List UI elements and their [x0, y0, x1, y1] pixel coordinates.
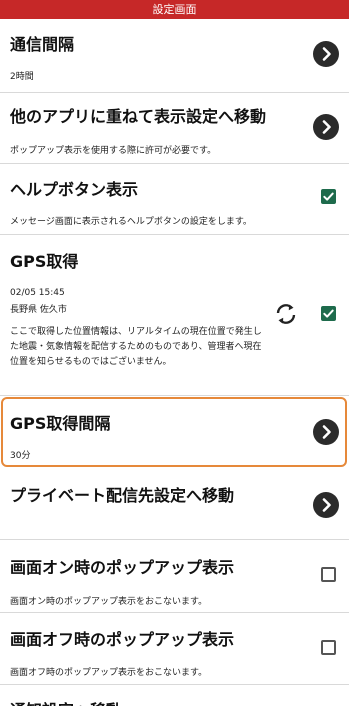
setting-description: ポップアップ表示を使用する際に許可が必要です。 [10, 146, 217, 156]
screen-title-bar: 設定画面 [0, 0, 349, 19]
setting-row-private-delivery[interactable]: プライベート配信先設定へ移動 [0, 468, 349, 540]
setting-value: 2時間 [10, 72, 34, 82]
setting-title: 他のアプリに重ねて表示設定へ移動 [10, 107, 267, 126]
setting-title: 画面オフ時のポップアップ表示 [10, 630, 235, 649]
setting-description: 画面オフ時のポップアップ表示をおこないます。 [10, 668, 208, 678]
setting-row-notification[interactable]: 通知設定へ移動 [0, 685, 349, 706]
check-icon [323, 192, 334, 201]
gps-timestamp: 02/05 15:45 [10, 288, 65, 298]
setting-row-help-button[interactable]: ヘルプボタン表示 メッセージ画面に表示されるヘルプボタンの設定をします。 [0, 164, 349, 235]
setting-row-communication-interval[interactable]: 通信間隔 2時間 [0, 19, 349, 93]
screen-off-popup-checkbox[interactable] [321, 640, 336, 655]
help-button-checkbox[interactable] [321, 189, 336, 204]
check-icon [323, 309, 334, 318]
setting-title: 画面オン時のポップアップ表示 [10, 558, 235, 577]
setting-row-screen-on-popup[interactable]: 画面オン時のポップアップ表示 画面オン時のポップアップ表示をおこないます。 [0, 540, 349, 613]
screen-title: 設定画面 [152, 3, 197, 16]
chevron-right-icon[interactable] [313, 492, 339, 518]
setting-description: メッセージ画面に表示されるヘルプボタンの設定をします。 [10, 217, 252, 227]
gps-description: ここで取得した位置情報は、リアルタイムの現在位置で発生した地震・気象情報を配信す… [10, 327, 262, 367]
setting-title: プライベート配信先設定へ移動 [10, 486, 235, 505]
setting-title: 通信間隔 [10, 35, 75, 54]
refresh-icon[interactable] [273, 301, 299, 327]
setting-title: ヘルプボタン表示 [10, 180, 139, 199]
setting-description: 画面オン時のポップアップ表示をおこないます。 [10, 597, 208, 607]
focus-highlight [1, 397, 347, 467]
gps-checkbox[interactable] [321, 306, 336, 321]
setting-row-screen-off-popup[interactable]: 画面オフ時のポップアップ表示 画面オフ時のポップアップ表示をおこないます。 [0, 613, 349, 685]
gps-location: 長野県 佐久市 [10, 305, 67, 315]
screen-on-popup-checkbox[interactable] [321, 567, 336, 582]
setting-title: GPS取得 [10, 252, 79, 271]
setting-row-overlay-permission[interactable]: 他のアプリに重ねて表示設定へ移動 ポップアップ表示を使用する際に許可が必要です。 [0, 93, 349, 164]
chevron-right-icon[interactable] [313, 114, 339, 140]
setting-title: 通知設定へ移動 [10, 697, 122, 706]
chevron-right-icon[interactable] [313, 41, 339, 67]
